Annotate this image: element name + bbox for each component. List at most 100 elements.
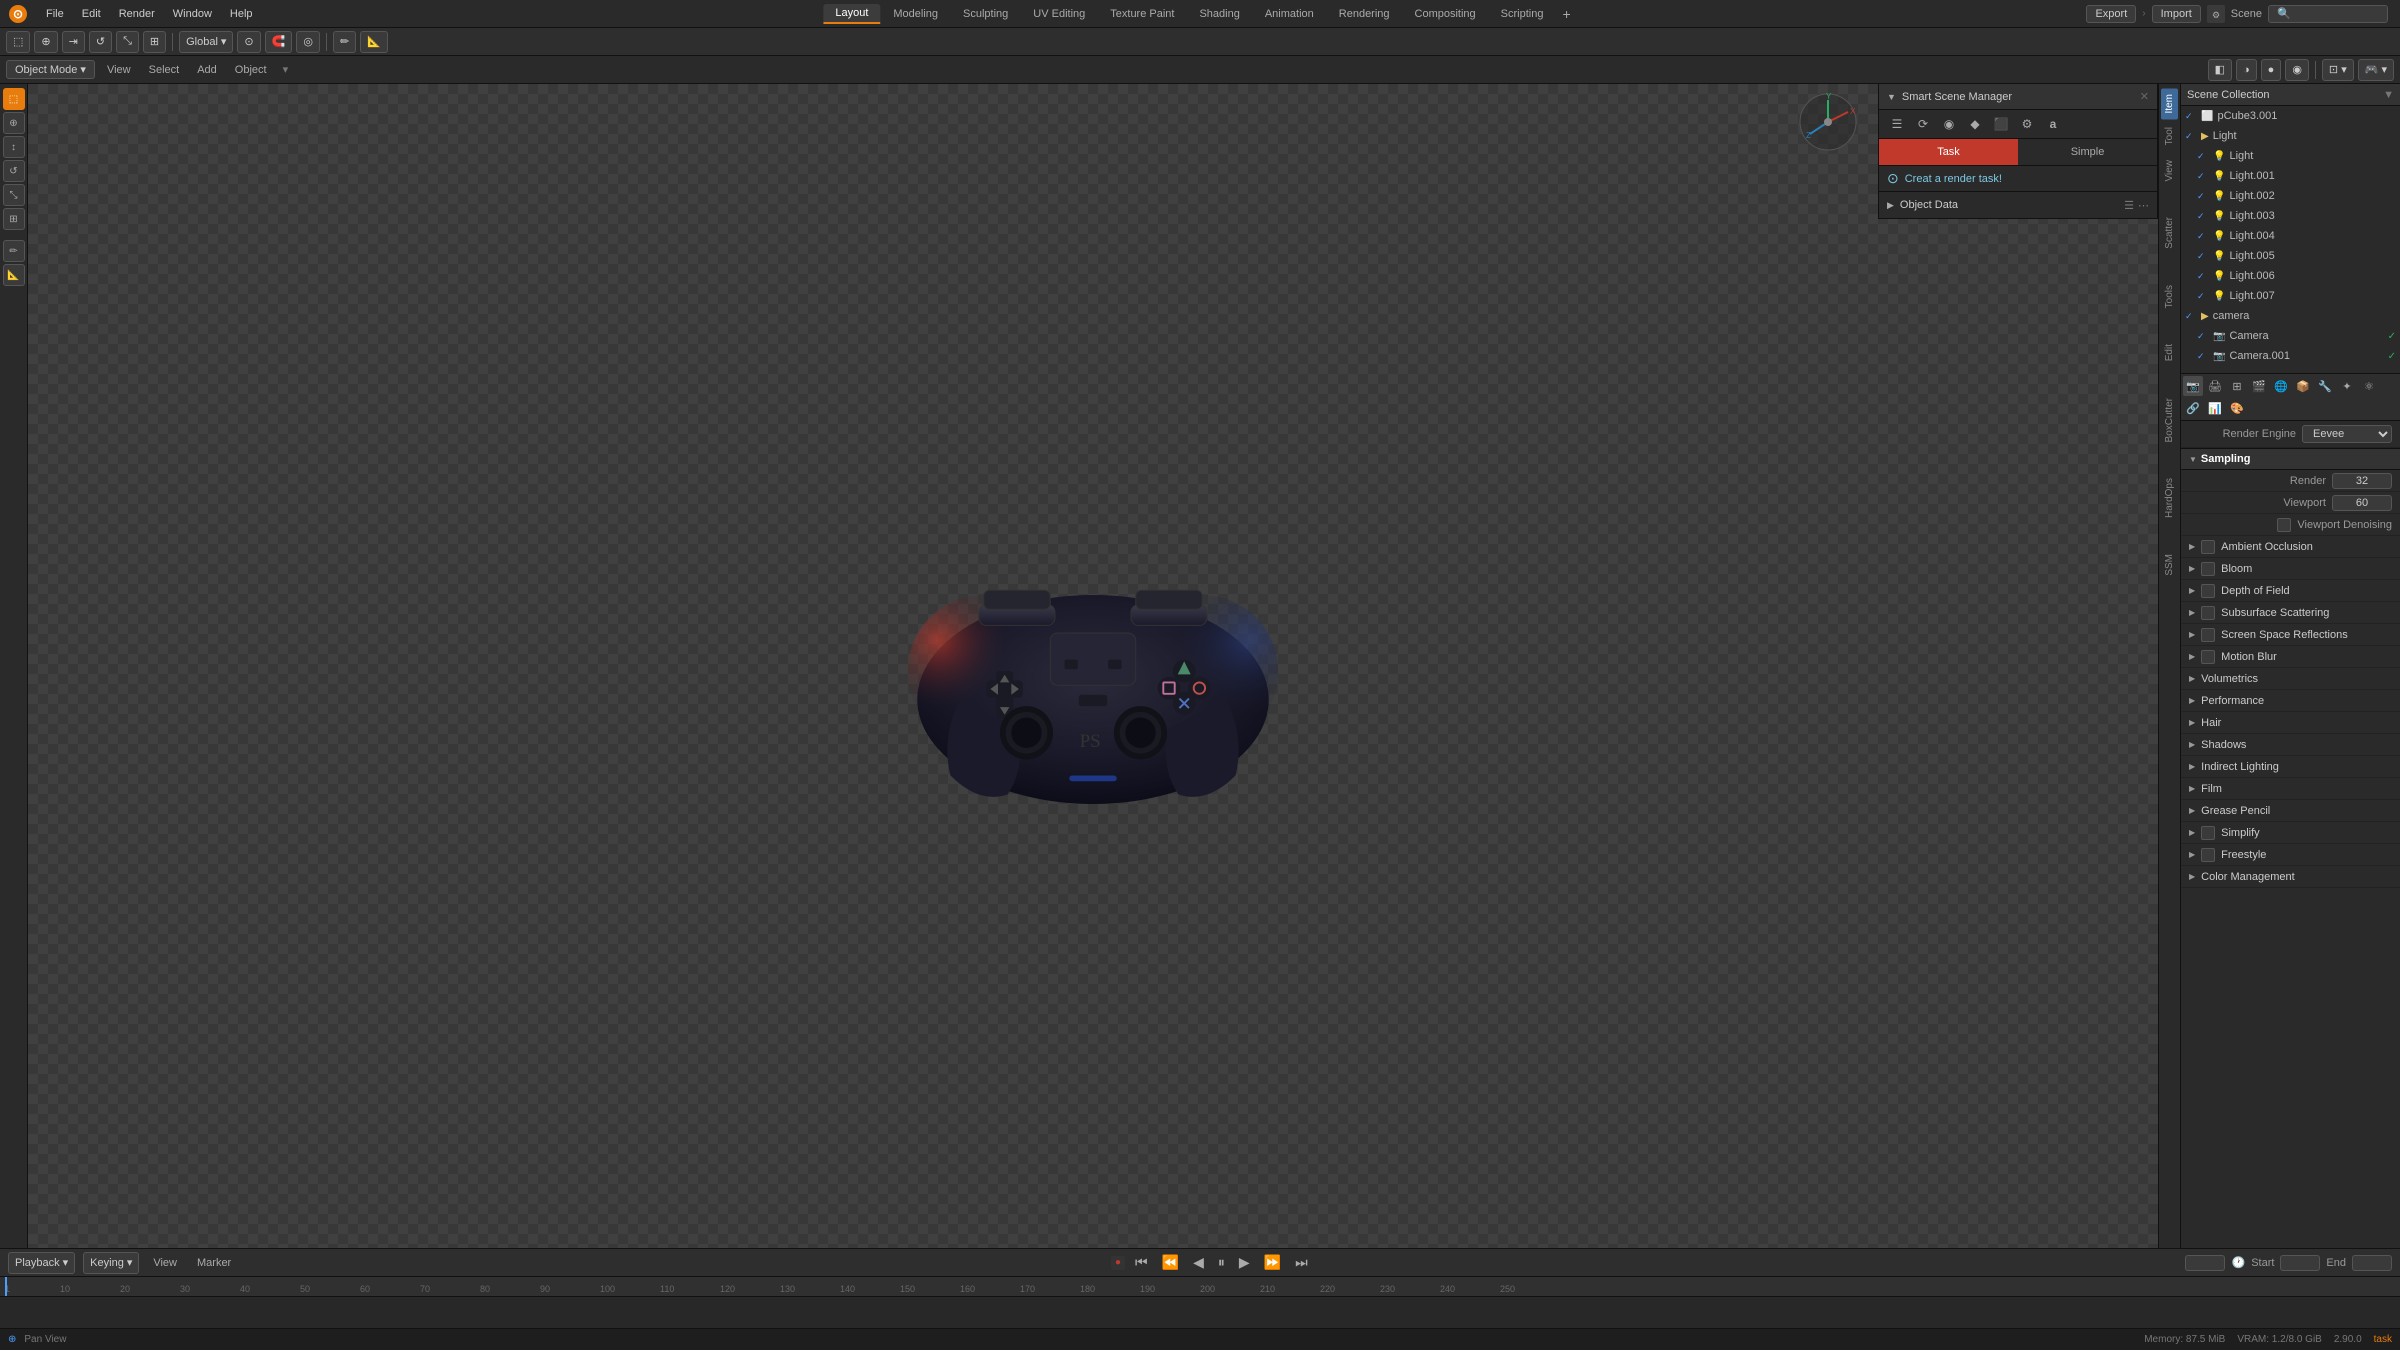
menu-add[interactable]: Add (191, 62, 223, 78)
jump-start-btn[interactable]: ⏮ (1131, 1252, 1152, 1273)
keying-mode-select[interactable]: Keying ▾ (83, 1252, 139, 1274)
menu-file[interactable]: File (38, 6, 72, 22)
freestyle-section[interactable]: ▶ Freestyle (2181, 844, 2400, 866)
record-btn[interactable]: ● (1111, 1256, 1125, 1270)
outliner-item-light005[interactable]: ✓ 💡 Light.005 (2193, 246, 2400, 266)
prop-tab-modifier[interactable]: 🔧 (2315, 376, 2335, 396)
shadows-section[interactable]: ▶ Shadows (2181, 734, 2400, 756)
outliner-item-light-collection[interactable]: ✓ ▶ Light (2181, 126, 2400, 146)
tool-move[interactable]: ↕ (3, 136, 25, 158)
gizmo-btn[interactable]: 🎮 ▾ (2358, 59, 2394, 81)
sampling-section-header[interactable]: ▼ Sampling (2181, 448, 2400, 470)
viewport-shading-3[interactable]: ● (2261, 59, 2282, 81)
tool-scale[interactable]: ⤡ (3, 184, 25, 206)
export-btn[interactable]: Export (2086, 5, 2136, 23)
film-section[interactable]: ▶ Film (2181, 778, 2400, 800)
menu-help[interactable]: Help (222, 6, 261, 22)
render-engine-select[interactable]: Eevee Cycles Workbench (2302, 425, 2392, 443)
prop-tab-constraints[interactable]: 🔗 (2183, 398, 2203, 418)
workspace-tab-rendering[interactable]: Rendering (1327, 5, 1402, 23)
prop-tab-world[interactable]: 🌐 (2271, 376, 2291, 396)
color-management-section[interactable]: ▶ Color Management (2181, 866, 2400, 888)
vert-tab-tools[interactable]: Tools (2161, 279, 2178, 314)
prop-tab-data[interactable]: 📊 (2205, 398, 2225, 418)
menu-edit[interactable]: Edit (74, 6, 109, 22)
ao-checkbox[interactable] (2201, 540, 2215, 554)
workspace-tab-animation[interactable]: Animation (1253, 5, 1326, 23)
workspace-tab-sculpting[interactable]: Sculpting (951, 5, 1020, 23)
menu-select[interactable]: Select (143, 62, 186, 78)
dof-checkbox[interactable] (2201, 584, 2215, 598)
measure-btn[interactable]: 📐 (360, 31, 388, 53)
bloom-checkbox[interactable] (2201, 562, 2215, 576)
toolbar-rotate[interactable]: ↺ (89, 31, 112, 53)
tool-select[interactable]: ⬚ (3, 88, 25, 110)
search-input[interactable] (2268, 5, 2388, 23)
vert-tab-tool[interactable]: Tool (2161, 121, 2178, 151)
prev-frame-btn[interactable]: ⏪ (1158, 1252, 1183, 1273)
timeline-cursor[interactable] (5, 1277, 7, 1296)
tool-cursor[interactable]: ⊕ (3, 112, 25, 134)
panel-icon-eye[interactable]: ◉ (1939, 114, 1959, 134)
vert-tab-view[interactable]: View (2161, 154, 2178, 188)
import-btn[interactable]: Import (2152, 5, 2201, 23)
prop-tab-output[interactable]: 🖨 (2205, 376, 2225, 396)
overlay-btn[interactable]: ⊡ ▾ (2322, 59, 2354, 81)
panel-icon-render[interactable]: ⬛ (1991, 114, 2011, 134)
viewport-area[interactable]: PS X Y (28, 84, 2158, 1248)
simplify-section[interactable]: ▶ Simplify (2181, 822, 2400, 844)
menu-render[interactable]: Render (111, 6, 163, 22)
outliner-item-light002[interactable]: ✓ 💡 Light.002 (2193, 186, 2400, 206)
clock-icon[interactable]: 🕐 (2231, 1256, 2245, 1269)
create-render-task-btn[interactable]: ⊙ Creat a render task! (1879, 166, 2157, 191)
viewport-gizmo[interactable]: X Y Z (1798, 92, 1858, 152)
outliner-item-light004[interactable]: ✓ 💡 Light.004 (2193, 226, 2400, 246)
workspace-tab-compositing[interactable]: Compositing (1403, 5, 1488, 23)
prop-tab-physics[interactable]: ⚛ (2359, 376, 2379, 396)
panel-tab-task[interactable]: Task (1879, 139, 2018, 165)
play-back-btn[interactable]: ◀ (1189, 1252, 1208, 1273)
menu-window[interactable]: Window (165, 6, 220, 22)
volumetrics-section[interactable]: ▶ Volumetrics (2181, 668, 2400, 690)
prop-tab-object[interactable]: 📦 (2293, 376, 2313, 396)
workspace-tab-layout[interactable]: Layout (823, 4, 880, 24)
timeline-view-menu[interactable]: View (147, 1255, 183, 1271)
viewport-shading-4[interactable]: ◉ (2285, 59, 2309, 81)
vert-tab-hardops[interactable]: HardOps (2161, 472, 2178, 524)
toolbar-move[interactable]: ⇥ (62, 31, 85, 53)
start-frame-input[interactable]: 1 (2280, 1255, 2320, 1271)
viewport-shading-1[interactable]: ◧ (2208, 59, 2232, 81)
playback-mode-select[interactable]: Playback ▾ (8, 1252, 75, 1274)
prop-tab-view-layer[interactable]: ⊞ (2227, 376, 2247, 396)
panel-icon-a[interactable]: a (2043, 114, 2063, 134)
outliner-item-light007[interactable]: ✓ 💡 Light.007 (2193, 286, 2400, 306)
tool-measure[interactable]: 📐 (3, 264, 25, 286)
viewport-denoising-checkbox[interactable] (2277, 518, 2291, 532)
ssr-checkbox[interactable] (2201, 628, 2215, 642)
vert-tab-ssm[interactable]: SSM (2161, 548, 2178, 582)
mb-checkbox[interactable] (2201, 650, 2215, 664)
object-data-header[interactable]: ▶ Object Data ☰ ⋯ (1879, 192, 2157, 218)
vert-tab-edit[interactable]: Edit (2161, 338, 2178, 367)
vert-tab-item[interactable]: Item (2161, 88, 2178, 119)
outliner-item-camera[interactable]: ✓ 📷 Camera ✓ (2193, 326, 2400, 346)
simplify-checkbox[interactable] (2201, 826, 2215, 840)
outliner-item-light003[interactable]: ✓ 💡 Light.003 (2193, 206, 2400, 226)
depth-of-field-section[interactable]: ▶ Depth of Field (2181, 580, 2400, 602)
object-data-more-icon[interactable]: ⋯ (2138, 199, 2149, 212)
bloom-section[interactable]: ▶ Bloom (2181, 558, 2400, 580)
add-workspace-btn[interactable]: + (1556, 6, 1576, 22)
outliner-item-camera-col[interactable]: ✓ ▶ camera (2181, 306, 2400, 326)
object-mode-select[interactable]: Object Mode ▾ (6, 60, 95, 79)
outliner-item-light006[interactable]: ✓ 💡 Light.006 (2193, 266, 2400, 286)
pivot-center-btn[interactable]: ⊙ (237, 31, 260, 53)
prop-tab-render[interactable]: 📷 (2183, 376, 2203, 396)
current-frame-input[interactable]: 1 (2185, 1255, 2225, 1271)
workspace-tab-shading[interactable]: Shading (1187, 5, 1251, 23)
stop-btn[interactable]: ⏸ (1214, 1252, 1229, 1273)
workspace-tab-scripting[interactable]: Scripting (1489, 5, 1556, 23)
outliner-item-pcube[interactable]: ✓ ⬜ pCube3.001 (2181, 106, 2400, 126)
viewport-canvas[interactable]: PS X Y (28, 84, 2158, 1248)
sss-checkbox[interactable] (2201, 606, 2215, 620)
ssr-section[interactable]: ▶ Screen Space Reflections (2181, 624, 2400, 646)
